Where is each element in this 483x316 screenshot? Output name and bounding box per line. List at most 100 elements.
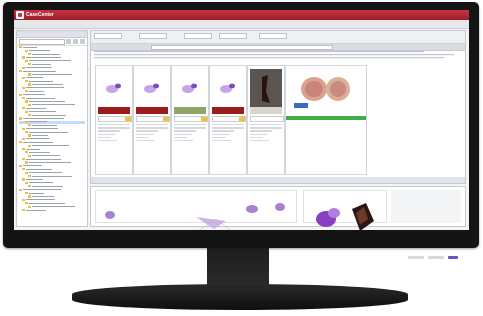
preview-empty-area bbox=[391, 190, 461, 223]
tree-search-input[interactable] bbox=[19, 39, 65, 45]
folder-icon bbox=[28, 52, 31, 56]
thumbnail-image bbox=[250, 69, 282, 109]
tree-item-text-line bbox=[26, 128, 58, 130]
user-menu[interactable] bbox=[459, 12, 465, 16]
tree-item[interactable] bbox=[19, 208, 85, 212]
folder-icon bbox=[25, 120, 28, 123]
slide-preview[interactable] bbox=[95, 190, 297, 230]
tree-tool-button[interactable] bbox=[73, 39, 78, 44]
slide-tissue-image bbox=[106, 83, 121, 93]
folder-icon bbox=[28, 134, 31, 137]
folder-icon bbox=[25, 171, 28, 174]
folder-icon bbox=[25, 80, 28, 83]
tree-item-text-line bbox=[29, 172, 62, 174]
tree-item-text-line bbox=[26, 199, 55, 201]
filter-field[interactable] bbox=[94, 32, 122, 39]
tree-item-text-line bbox=[26, 87, 64, 89]
tree-item-text-line bbox=[32, 84, 63, 86]
status-field[interactable] bbox=[250, 116, 284, 122]
thumbnail-image bbox=[212, 69, 244, 109]
status-tag bbox=[201, 117, 207, 121]
tree-item-text-line bbox=[26, 168, 52, 170]
tree-item-text-line bbox=[32, 145, 69, 147]
folder-icon bbox=[22, 76, 25, 79]
slide-tissue-image bbox=[182, 83, 197, 93]
tree-item-text-line bbox=[29, 90, 44, 92]
tree-item-text-line bbox=[26, 56, 61, 58]
slide-label-image bbox=[212, 107, 244, 114]
tree-item-text-line bbox=[29, 162, 71, 164]
image-thumbnail-card[interactable] bbox=[247, 65, 285, 175]
folder-icon bbox=[25, 181, 28, 184]
folder-icon bbox=[19, 188, 22, 191]
tree-item-text-line bbox=[32, 114, 66, 116]
folder-icon bbox=[28, 83, 31, 86]
folder-icon bbox=[22, 127, 25, 130]
status-field[interactable] bbox=[98, 116, 132, 122]
status-field[interactable] bbox=[212, 116, 246, 122]
folder-icon bbox=[22, 168, 25, 171]
thumbnail-image bbox=[98, 69, 130, 109]
tree-item-text-line bbox=[23, 189, 61, 191]
bezel-button bbox=[408, 256, 424, 259]
folder-icon bbox=[22, 97, 25, 100]
filter-field[interactable] bbox=[259, 32, 287, 39]
folder-icon bbox=[19, 141, 22, 144]
filter-field[interactable] bbox=[219, 32, 247, 39]
app-name: CaseCenter bbox=[26, 12, 54, 18]
tree-item-text-line bbox=[29, 121, 47, 123]
image-thumbnail-card[interactable] bbox=[171, 65, 209, 175]
image-thumbnail-card[interactable] bbox=[133, 65, 171, 175]
thumbnail-meta bbox=[98, 124, 130, 143]
specimen-preview-image bbox=[316, 203, 374, 230]
tree-item-text-line bbox=[23, 94, 45, 96]
tree-item-text-line bbox=[23, 46, 37, 48]
folder-icon bbox=[28, 103, 31, 107]
folder-icon bbox=[19, 93, 22, 96]
folder-icon bbox=[19, 69, 22, 73]
folder-icon bbox=[19, 117, 22, 120]
tree-item-text-line bbox=[32, 155, 60, 157]
tree-item-text-line bbox=[29, 50, 50, 52]
specimen-preview[interactable] bbox=[303, 190, 387, 230]
tree-item-text-line bbox=[32, 195, 54, 197]
tree-item-text-line bbox=[29, 192, 44, 194]
tree-item-text-line bbox=[23, 70, 56, 72]
slide-label-image bbox=[174, 107, 206, 114]
folder-icon bbox=[22, 56, 25, 59]
gross-photo-image bbox=[250, 69, 282, 109]
tree-tool-button[interactable] bbox=[66, 39, 71, 44]
app-titlebar: CaseCenter bbox=[14, 10, 469, 20]
tree-item-text-line bbox=[26, 67, 52, 69]
monitor: CaseCenter bbox=[3, 2, 479, 248]
image-thumbnail-card[interactable] bbox=[95, 65, 133, 175]
status-field[interactable] bbox=[174, 116, 208, 122]
folder-icon bbox=[25, 59, 28, 62]
folder-icon bbox=[28, 185, 31, 188]
monitor-stand-base bbox=[72, 284, 408, 310]
thumbnail-meta bbox=[250, 124, 282, 143]
status-bar bbox=[286, 116, 366, 120]
folder-icon bbox=[28, 195, 31, 198]
filter-field[interactable] bbox=[139, 32, 167, 39]
tree-item-text-line bbox=[32, 73, 72, 75]
filter-bar bbox=[91, 31, 465, 44]
tree-item-text-line bbox=[29, 131, 68, 133]
tree-tool-button[interactable] bbox=[80, 39, 85, 44]
folder-icon bbox=[22, 178, 25, 181]
status-field[interactable] bbox=[136, 116, 170, 122]
folder-icon bbox=[25, 49, 28, 52]
folder-icon bbox=[22, 208, 25, 212]
folder-icon bbox=[22, 198, 25, 201]
main-footer bbox=[91, 177, 465, 183]
case-images-panel bbox=[90, 30, 466, 184]
folder-icon bbox=[28, 114, 31, 117]
image-thumbnail-card[interactable] bbox=[209, 65, 247, 175]
folder-tree-panel bbox=[16, 30, 88, 227]
image-thumbnail-card[interactable] bbox=[285, 65, 367, 175]
status-tag bbox=[125, 117, 131, 121]
power-indicator bbox=[448, 256, 458, 259]
tree-item-text-line bbox=[32, 124, 57, 126]
filter-field[interactable] bbox=[184, 32, 212, 39]
tree-item-text-line bbox=[26, 158, 61, 160]
